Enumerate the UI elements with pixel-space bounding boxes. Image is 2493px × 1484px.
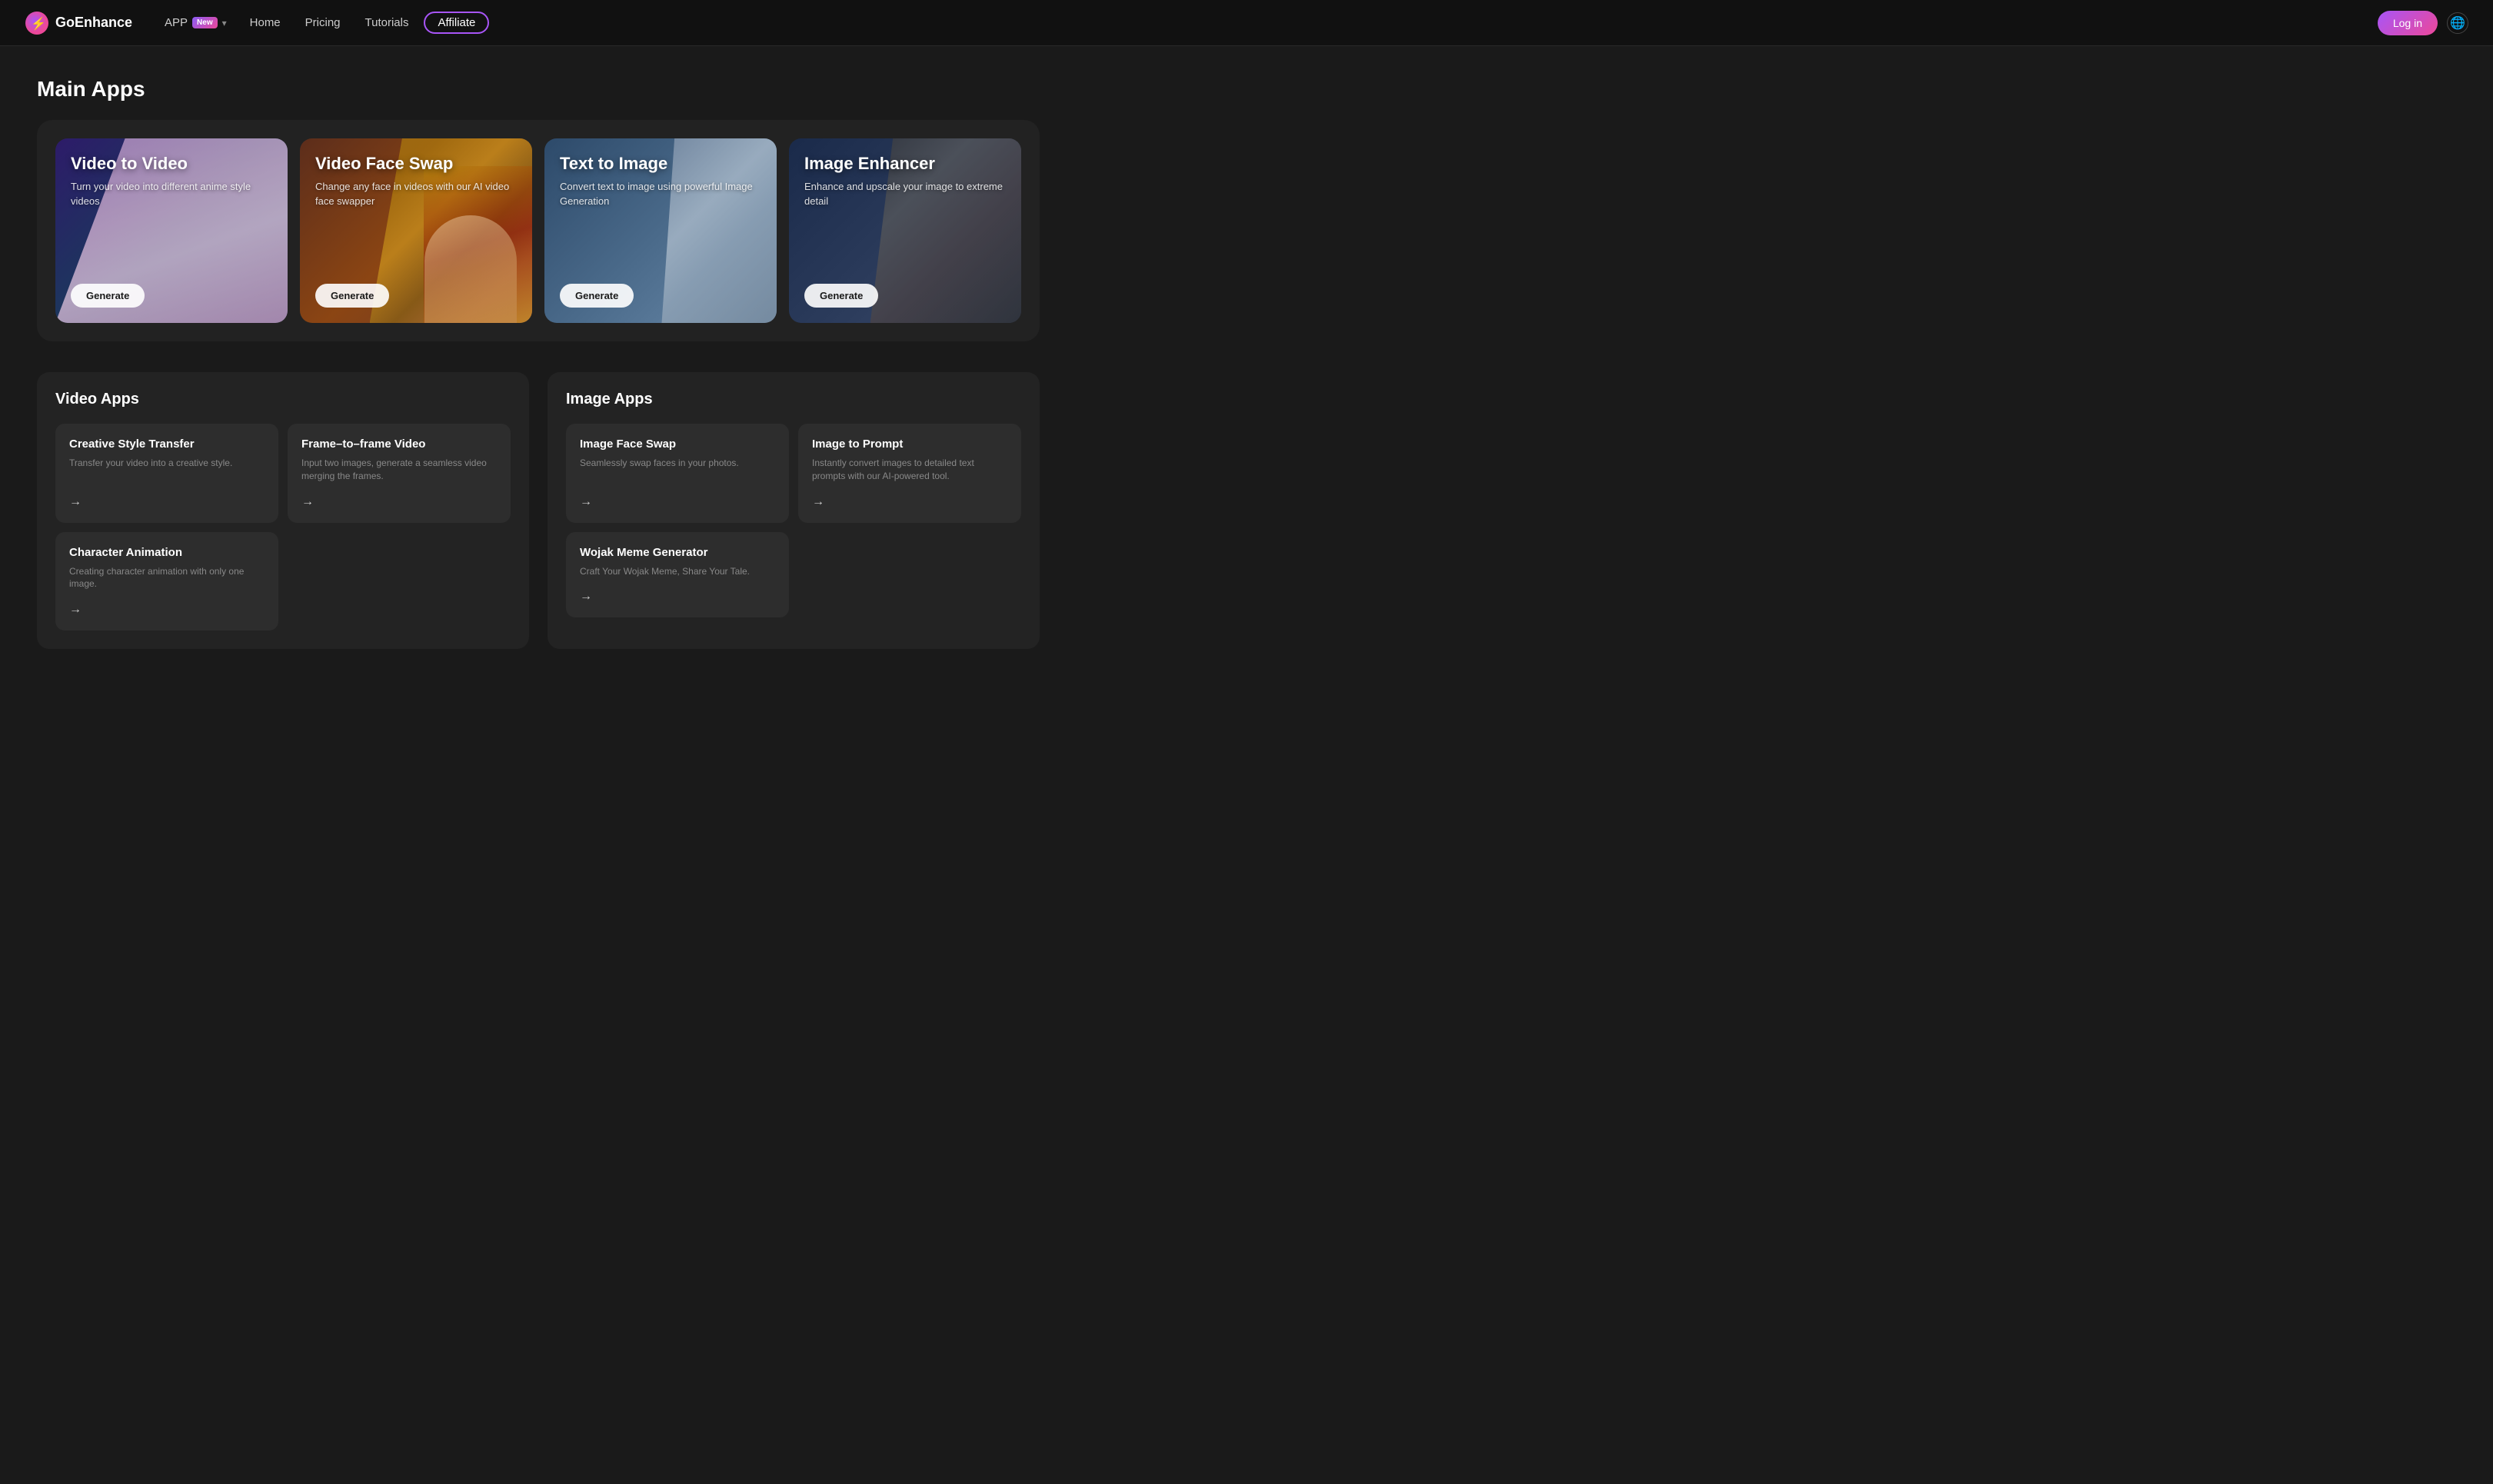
card-vfs-text: Video Face Swap Change any face in video… bbox=[315, 154, 517, 208]
card-vfs-content: Video Face Swap Change any face in video… bbox=[300, 138, 532, 323]
card-video-to-video[interactable]: Video to Video Turn your video into diff… bbox=[55, 138, 288, 323]
frame-to-frame-title: Frame–to–frame Video bbox=[301, 438, 497, 451]
video-apps-title: Video Apps bbox=[55, 391, 511, 408]
generate-t2i-button[interactable]: Generate bbox=[560, 284, 634, 308]
nav-affiliate[interactable]: Affiliate bbox=[424, 12, 489, 34]
video-apps-grid: Creative Style Transfer Transfer your vi… bbox=[55, 424, 511, 631]
logo[interactable]: ⚡ GoEnhance bbox=[25, 11, 132, 35]
card-text-to-image[interactable]: Text to Image Convert text to image usin… bbox=[544, 138, 777, 323]
generate-v2v-button[interactable]: Generate bbox=[71, 284, 145, 308]
login-button[interactable]: Log in bbox=[2378, 11, 2438, 35]
wojak-meme-desc: Craft Your Wojak Meme, Share Your Tale. bbox=[580, 565, 775, 578]
image-to-prompt-desc: Instantly convert images to detailed tex… bbox=[812, 457, 1007, 483]
character-animation-title: Character Animation bbox=[69, 546, 265, 559]
frame-to-frame-desc: Input two images, generate a seamless vi… bbox=[301, 457, 497, 483]
image-face-swap-arrow: → bbox=[580, 495, 775, 509]
navbar: ⚡ GoEnhance APP New ▾ Home Pricing Tutor… bbox=[0, 0, 2493, 46]
new-badge: New bbox=[192, 17, 218, 28]
character-animation-arrow: → bbox=[69, 603, 265, 617]
image-apps-section: Image Apps Image Face Swap Seamlessly sw… bbox=[548, 372, 1040, 649]
svg-text:⚡: ⚡ bbox=[31, 16, 46, 31]
wojak-meme-title: Wojak Meme Generator bbox=[580, 546, 775, 559]
card-vfs-desc: Change any face in videos with our AI vi… bbox=[315, 180, 517, 208]
image-to-prompt-title: Image to Prompt bbox=[812, 438, 1007, 451]
card-image-to-prompt[interactable]: Image to Prompt Instantly convert images… bbox=[798, 424, 1021, 523]
nav-tutorials[interactable]: Tutorials bbox=[356, 12, 418, 34]
main-content: Main Apps Video to Video Turn your video… bbox=[0, 46, 1077, 680]
card-t2i-title: Text to Image bbox=[560, 154, 761, 174]
card-frame-to-frame[interactable]: Frame–to–frame Video Input two images, g… bbox=[288, 424, 511, 523]
wojak-meme-arrow: → bbox=[580, 590, 775, 604]
card-t2i-text: Text to Image Convert text to image usin… bbox=[560, 154, 761, 208]
card-t2i-desc: Convert text to image using powerful Ima… bbox=[560, 180, 761, 208]
creative-style-arrow: → bbox=[69, 495, 265, 509]
nav-links: APP New ▾ Home Pricing Tutorials Affilia… bbox=[157, 12, 2353, 34]
card-t2i-content: Text to Image Convert text to image usin… bbox=[544, 138, 777, 323]
card-v2v-title: Video to Video bbox=[71, 154, 272, 174]
card-creative-style-transfer[interactable]: Creative Style Transfer Transfer your vi… bbox=[55, 424, 278, 523]
card-ie-title: Image Enhancer bbox=[804, 154, 1006, 174]
image-apps-title: Image Apps bbox=[566, 391, 1021, 408]
nav-app-button[interactable]: APP New ▾ bbox=[157, 12, 235, 34]
card-ie-text: Image Enhancer Enhance and upscale your … bbox=[804, 154, 1006, 208]
main-apps-container: Video to Video Turn your video into diff… bbox=[37, 120, 1040, 341]
creative-style-title: Creative Style Transfer bbox=[69, 438, 265, 451]
card-v2v-desc: Turn your video into different anime sty… bbox=[71, 180, 272, 208]
card-image-enhancer[interactable]: Image Enhancer Enhance and upscale your … bbox=[789, 138, 1021, 323]
secondary-grid: Video Apps Creative Style Transfer Trans… bbox=[37, 372, 1040, 649]
character-animation-desc: Creating character animation with only o… bbox=[69, 565, 265, 591]
nav-pricing[interactable]: Pricing bbox=[296, 12, 350, 34]
frame-to-frame-arrow: → bbox=[301, 495, 497, 509]
card-ie-content: Image Enhancer Enhance and upscale your … bbox=[789, 138, 1021, 323]
nav-home[interactable]: Home bbox=[241, 12, 290, 34]
generate-ie-button[interactable]: Generate bbox=[804, 284, 878, 308]
card-v2v-text: Video to Video Turn your video into diff… bbox=[71, 154, 272, 208]
card-character-animation[interactable]: Character Animation Creating character a… bbox=[55, 532, 278, 631]
card-image-face-swap[interactable]: Image Face Swap Seamlessly swap faces in… bbox=[566, 424, 789, 523]
globe-icon[interactable]: 🌐 bbox=[2447, 12, 2468, 34]
card-wojak-meme[interactable]: Wojak Meme Generator Craft Your Wojak Me… bbox=[566, 532, 789, 618]
card-vfs-title: Video Face Swap bbox=[315, 154, 517, 174]
main-apps-grid: Video to Video Turn your video into diff… bbox=[55, 138, 1021, 323]
image-face-swap-desc: Seamlessly swap faces in your photos. bbox=[580, 457, 775, 483]
chevron-down-icon: ▾ bbox=[222, 18, 227, 28]
nav-right: Log in 🌐 bbox=[2378, 11, 2468, 35]
main-apps-title: Main Apps bbox=[37, 77, 1040, 101]
generate-vfs-button[interactable]: Generate bbox=[315, 284, 389, 308]
card-ie-desc: Enhance and upscale your image to extrem… bbox=[804, 180, 1006, 208]
image-apps-grid: Image Face Swap Seamlessly swap faces in… bbox=[566, 424, 1021, 617]
creative-style-desc: Transfer your video into a creative styl… bbox=[69, 457, 265, 483]
card-v2v-content: Video to Video Turn your video into diff… bbox=[55, 138, 288, 323]
image-to-prompt-arrow: → bbox=[812, 495, 1007, 509]
image-face-swap-title: Image Face Swap bbox=[580, 438, 775, 451]
video-apps-section: Video Apps Creative Style Transfer Trans… bbox=[37, 372, 529, 649]
card-video-face-swap[interactable]: Video Face Swap Change any face in video… bbox=[300, 138, 532, 323]
